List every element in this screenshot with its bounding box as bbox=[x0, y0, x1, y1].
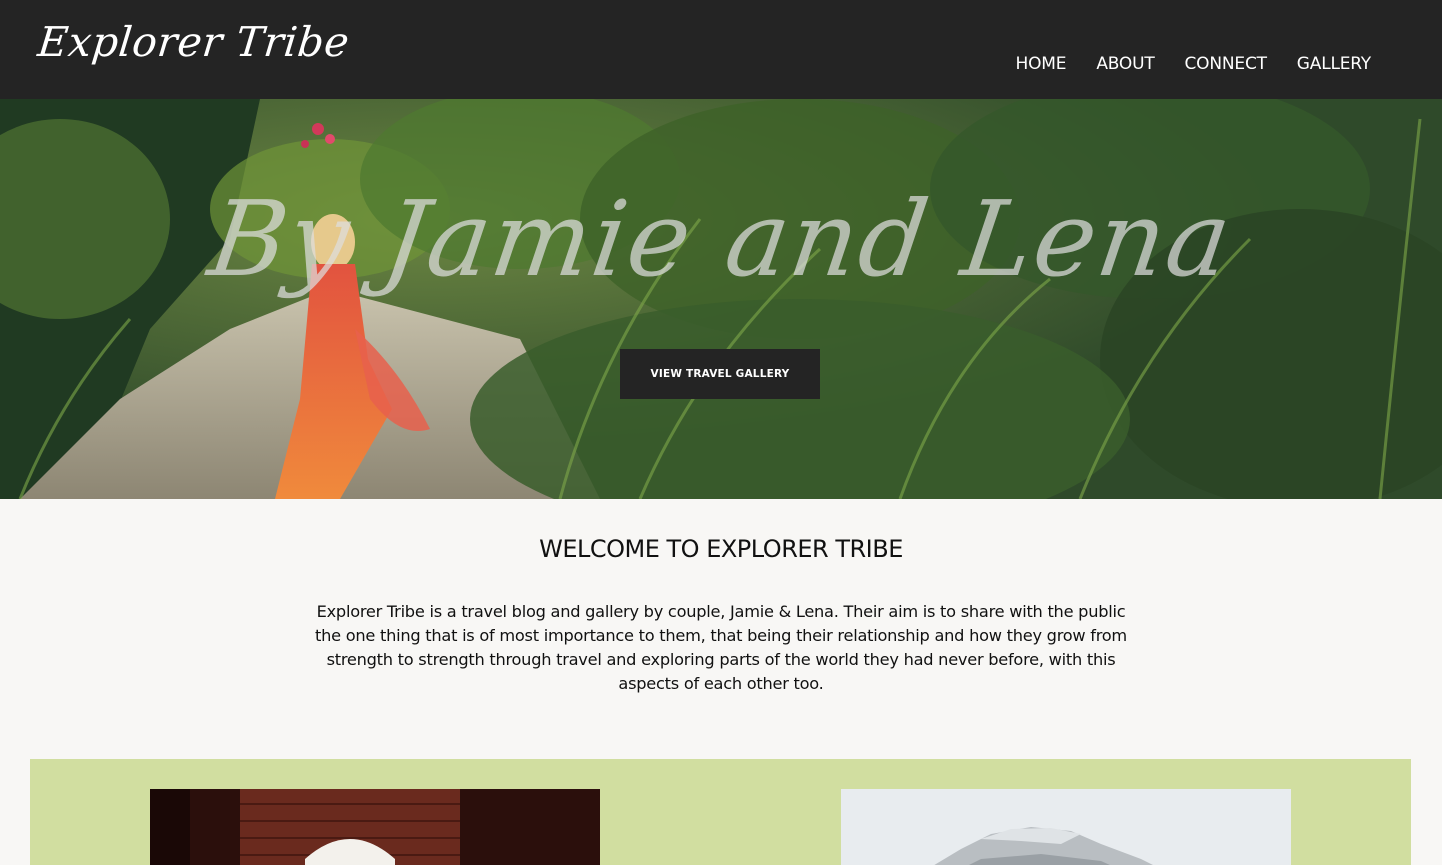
view-travel-gallery-button[interactable]: VIEW TRAVEL GALLERY bbox=[620, 349, 820, 399]
nav-gallery-link[interactable]: GALLERY bbox=[1297, 52, 1371, 76]
site-header: Explorer Tribe HOME ABOUT CONNECT GALLER… bbox=[0, 0, 1442, 99]
hero-background-photo bbox=[0, 99, 1442, 499]
gallery-thumbnail-arch[interactable] bbox=[150, 789, 600, 865]
arch-photo bbox=[150, 789, 600, 865]
welcome-heading: WELCOME TO EXPLORER TRIBE bbox=[539, 535, 903, 563]
gallery-thumbnail-mountain[interactable] bbox=[841, 789, 1291, 865]
nav-home-link[interactable]: HOME bbox=[1016, 52, 1067, 76]
hero-banner: By Jamie and Lena VIEW TRAVEL GALLERY bbox=[0, 99, 1442, 499]
site-logo[interactable]: Explorer Tribe bbox=[36, 18, 352, 66]
mountain-photo bbox=[841, 789, 1291, 865]
welcome-description: Explorer Tribe is a travel blog and gall… bbox=[315, 602, 1127, 693]
gallery-preview-band bbox=[30, 759, 1411, 865]
nav-about-link[interactable]: ABOUT bbox=[1096, 52, 1154, 76]
nav-connect-link[interactable]: CONNECT bbox=[1185, 52, 1267, 76]
main-nav: HOME ABOUT CONNECT GALLERY bbox=[1016, 52, 1372, 76]
